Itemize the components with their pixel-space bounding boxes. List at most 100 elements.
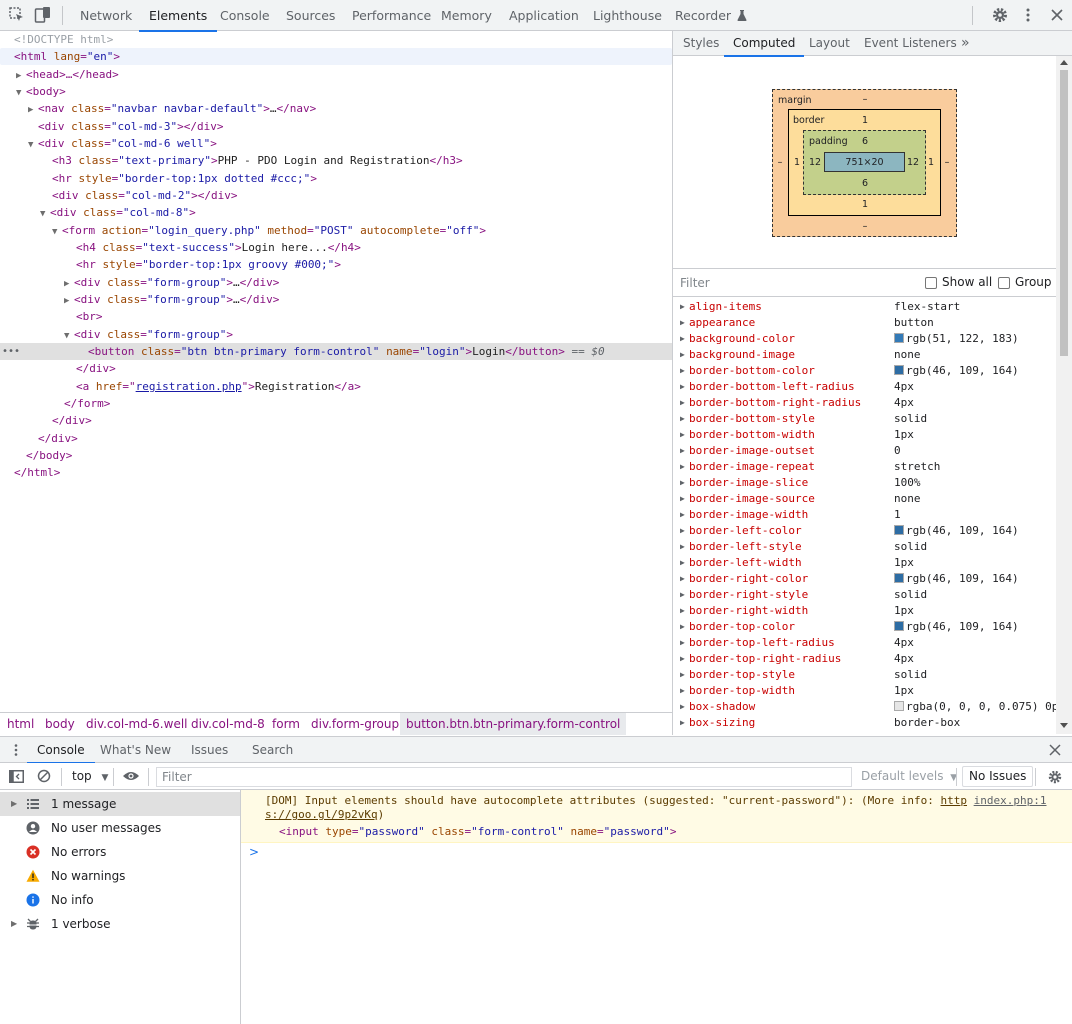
tree-hr1-node[interactable]: <hr style="border-top:1px dotted #ccc;"> <box>0 170 672 187</box>
computed-filter-input[interactable]: Filter <box>680 276 710 290</box>
computed-property-row[interactable]: ▶ border-right-color rgb(46, 109, 164) <box>673 571 1057 587</box>
clear-console-icon[interactable] <box>37 769 51 783</box>
sidebar-item-user-messages[interactable]: No user messages <box>0 816 240 840</box>
warning-url-part1[interactable]: http <box>941 794 968 807</box>
tree-body-close[interactable]: </body> <box>0 447 672 464</box>
expand-triangle-icon[interactable]: ▶ <box>680 363 685 379</box>
expand-triangle-icon[interactable]: ▶ <box>680 347 685 363</box>
tree-col3-node[interactable]: <div class="col-md-3"></div> <box>0 118 672 135</box>
computed-property-row[interactable]: ▶ background-color rgb(51, 122, 183) <box>673 331 1057 347</box>
tree-button-node-selected[interactable]: ••• <button class="btn btn-primary form-c… <box>0 343 672 360</box>
execution-context-select[interactable]: top ▼ <box>72 769 108 783</box>
tab-recorder[interactable]: Recorder <box>675 0 747 31</box>
expand-triangle-icon[interactable]: ▶ <box>28 102 38 119</box>
tree-body-node[interactable]: ▼ <body> <box>0 83 672 100</box>
breadcrumb-col6[interactable]: div.col-md-6.well <box>86 713 188 735</box>
scrollbar-thumb[interactable] <box>1060 70 1068 356</box>
computed-property-row[interactable]: ▶ border-left-width 1px <box>673 555 1057 571</box>
tree-col6-node[interactable]: ▼ <div class="col-md-6 well"> <box>0 135 672 152</box>
color-swatch-icon[interactable] <box>894 525 904 535</box>
sidebar-item-info[interactable]: No info <box>0 888 240 912</box>
expand-triangle-icon[interactable]: ▶ <box>680 299 685 315</box>
computed-property-row[interactable]: ▶ border-bottom-right-radius 4px <box>673 395 1057 411</box>
tree-br-node[interactable]: <br> <box>0 308 672 325</box>
drawer-tab-issues[interactable]: Issues <box>191 737 228 763</box>
issues-counter-button[interactable]: No Issues <box>962 766 1034 787</box>
color-swatch-icon[interactable] <box>894 365 904 375</box>
expand-triangle-icon[interactable]: ▶ <box>11 792 17 816</box>
expand-triangle-icon[interactable]: ▶ <box>680 667 685 683</box>
expand-triangle-icon[interactable]: ▶ <box>680 635 685 651</box>
expand-triangle-icon[interactable]: ▶ <box>680 411 685 427</box>
sidebar-item-messages[interactable]: ▶ 1 message <box>0 792 240 816</box>
tree-html-close[interactable]: </html> <box>0 464 672 481</box>
expand-triangle-icon[interactable]: ▶ <box>680 507 685 523</box>
expand-triangle-icon[interactable]: ▶ <box>680 683 685 699</box>
color-swatch-icon[interactable] <box>894 701 904 711</box>
expand-triangle-icon[interactable]: ▶ <box>680 395 685 411</box>
tab-layout[interactable]: Layout <box>809 31 850 56</box>
collapse-triangle-icon[interactable]: ▼ <box>40 206 50 223</box>
drawer-tab-console[interactable]: Console <box>27 737 95 764</box>
close-devtools-icon[interactable] <box>1048 6 1066 24</box>
expand-triangle-icon[interactable]: ▶ <box>680 315 685 331</box>
tab-styles[interactable]: Styles <box>683 31 719 56</box>
drawer-menu-icon[interactable] <box>10 743 22 757</box>
expand-triangle-icon[interactable]: ▶ <box>680 587 685 603</box>
tree-form-group-node-2[interactable]: ▶ <div class="form-group">…</div> <box>0 291 672 308</box>
expand-triangle-icon[interactable]: ▶ <box>680 443 685 459</box>
color-swatch-icon[interactable] <box>894 621 904 631</box>
sidebar-toggle-icon[interactable] <box>9 770 24 783</box>
expand-triangle-icon[interactable]: ▶ <box>680 571 685 587</box>
scroll-down-arrow-icon[interactable] <box>1060 723 1068 728</box>
breadcrumb-form[interactable]: form <box>272 713 300 735</box>
close-drawer-icon[interactable] <box>1049 744 1061 756</box>
computed-property-row[interactable]: ▶ border-image-width 1 <box>673 507 1057 523</box>
tab-performance[interactable]: Performance <box>352 0 431 31</box>
computed-property-row[interactable]: ▶ border-left-color rgb(46, 109, 164) <box>673 523 1057 539</box>
drawer-tab-search[interactable]: Search <box>252 737 293 763</box>
console-prompt[interactable]: > <box>249 845 259 859</box>
more-options-icon[interactable] <box>1019 6 1037 24</box>
expand-triangle-icon[interactable]: ▶ <box>680 331 685 347</box>
show-all-checkbox[interactable] <box>925 277 937 289</box>
expand-triangle-icon[interactable]: ▶ <box>680 475 685 491</box>
expand-triangle-icon[interactable]: ▶ <box>680 491 685 507</box>
log-levels-dropdown[interactable]: Default levels ▼ <box>861 769 957 783</box>
computed-property-row[interactable]: ▶ align-items flex-start <box>673 299 1057 315</box>
node-actions-icon[interactable]: ••• <box>2 343 20 360</box>
computed-property-row[interactable]: ▶ box-sizing border-box <box>673 715 1057 731</box>
computed-property-row[interactable]: ▶ border-left-style solid <box>673 539 1057 555</box>
computed-property-row[interactable]: ▶ border-right-width 1px <box>673 603 1057 619</box>
tab-computed[interactable]: Computed <box>723 31 805 57</box>
settings-gear-icon[interactable] <box>991 6 1009 24</box>
breadcrumb-html[interactable]: html <box>7 713 34 735</box>
tree-head-node[interactable]: ▶ <head>…</head> <box>0 66 672 83</box>
computed-property-row[interactable]: ▶ background-image none <box>673 347 1057 363</box>
tab-event-listeners[interactable]: Event Listeners <box>864 31 957 56</box>
expand-triangle-icon[interactable]: ▶ <box>680 459 685 475</box>
tree-col2-node[interactable]: <div class="col-md-2"></div> <box>0 187 672 204</box>
expand-triangle-icon[interactable]: ▶ <box>680 603 685 619</box>
expand-triangle-icon[interactable]: ▶ <box>680 699 685 715</box>
device-toolbar-icon[interactable] <box>34 6 52 24</box>
computed-property-row[interactable]: ▶ border-bottom-width 1px <box>673 427 1057 443</box>
breadcrumb-form-group[interactable]: div.form-group <box>311 713 399 735</box>
group-checkbox[interactable] <box>998 277 1010 289</box>
breadcrumb-button[interactable]: button.btn.btn-primary.form-control <box>400 713 627 735</box>
expand-triangle-icon[interactable]: ▶ <box>680 715 685 731</box>
computed-property-row[interactable]: ▶ appearance button <box>673 315 1057 331</box>
more-tabs-chevron-icon[interactable]: » <box>961 31 970 56</box>
expand-triangle-icon[interactable]: ▶ <box>11 912 17 936</box>
tab-sources[interactable]: Sources <box>286 0 335 31</box>
tree-doctype[interactable]: <!DOCTYPE html> <box>0 31 672 48</box>
tree-form-group-node-3[interactable]: ▼ <div class="form-group"> <box>0 326 672 343</box>
tab-memory[interactable]: Memory <box>441 0 492 31</box>
computed-property-row[interactable]: ▶ border-top-width 1px <box>673 683 1057 699</box>
computed-scrollbar[interactable] <box>1056 56 1072 734</box>
tree-col8-node[interactable]: ▼ <div class="col-md-8"> <box>0 204 672 221</box>
computed-property-row[interactable]: ▶ border-top-right-radius 4px <box>673 651 1057 667</box>
expand-triangle-icon[interactable]: ▶ <box>680 539 685 555</box>
console-filter-input[interactable]: Filter <box>156 767 852 787</box>
tab-lighthouse[interactable]: Lighthouse <box>593 0 662 31</box>
